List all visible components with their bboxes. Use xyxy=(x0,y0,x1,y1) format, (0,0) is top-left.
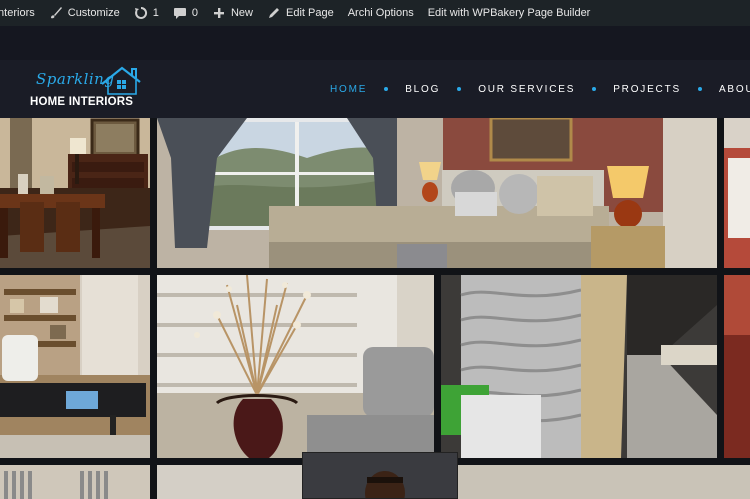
plus-icon xyxy=(212,6,226,20)
nav-blog[interactable]: BLOG xyxy=(405,84,440,95)
updates-count: 1 xyxy=(152,7,159,19)
edit-page-label: Edit Page xyxy=(285,7,334,19)
partial-photo-right-bottom[interactable] xyxy=(724,275,750,458)
comment-icon xyxy=(173,6,187,20)
project-gallery xyxy=(0,118,750,499)
customize-label: Customize xyxy=(67,7,120,19)
archi-options-label: Archi Options xyxy=(347,7,414,19)
admin-updates[interactable]: 1 xyxy=(127,0,166,26)
nav-separator-dot xyxy=(697,87,702,91)
wpbakery-label: Edit with WPBakery Page Builder xyxy=(427,7,591,19)
admin-wpbakery[interactable]: Edit with WPBakery Page Builder xyxy=(421,0,598,26)
site-logo[interactable]: Sparkling HOME INTERIORS xyxy=(26,64,146,114)
nav-separator-dot xyxy=(592,87,597,91)
bedroom-photo[interactable] xyxy=(157,118,717,268)
pencil-icon xyxy=(267,6,281,20)
logo-main-text: HOME INTERIORS xyxy=(30,96,134,108)
new-label: New xyxy=(230,7,253,19)
site-name-label: Interiors xyxy=(0,7,35,19)
admin-archi-options[interactable]: Archi Options xyxy=(341,0,421,26)
admin-new[interactable]: New xyxy=(205,0,260,26)
admin-customize[interactable]: Customize xyxy=(42,0,127,26)
admin-edit-page[interactable]: Edit Page xyxy=(260,0,341,26)
nav-projects[interactable]: PROJECTS xyxy=(613,84,681,95)
partial-photo-bottom-left[interactable] xyxy=(0,465,150,499)
main-nav: HOME BLOG OUR SERVICES PROJECTS ABOUT US xyxy=(330,60,750,118)
wave-wall-hallway-photo[interactable] xyxy=(441,275,717,458)
nav-home[interactable]: HOME xyxy=(330,84,367,95)
nav-separator-dot xyxy=(457,87,462,91)
vase-living-room-photo[interactable] xyxy=(157,275,434,458)
site-header: Sparkling HOME INTERIORS HOME BLOG OUR S… xyxy=(0,60,750,118)
paintbrush-icon xyxy=(49,6,63,20)
nav-our-services[interactable]: OUR SERVICES xyxy=(478,84,575,95)
updates-icon xyxy=(134,6,148,20)
top-band xyxy=(0,26,750,60)
partial-photo-right-top[interactable] xyxy=(724,118,750,268)
comments-count: 0 xyxy=(191,7,198,19)
partial-photo-bottom-right[interactable] xyxy=(441,465,750,499)
admin-site-name[interactable]: Interiors xyxy=(0,0,42,26)
webcam-overlay xyxy=(302,452,458,499)
office-photo[interactable] xyxy=(0,275,150,458)
nav-about-us[interactable]: ABOUT US xyxy=(719,84,750,95)
dining-room-photo[interactable] xyxy=(0,118,150,268)
wp-admin-bar: Interiors Customize 1 0 New Edit Page Ar… xyxy=(0,0,750,26)
person-video-feed xyxy=(303,453,457,498)
nav-separator-dot xyxy=(384,87,389,91)
logo-script-text: Sparkling xyxy=(36,70,115,88)
admin-comments[interactable]: 0 xyxy=(166,0,205,26)
